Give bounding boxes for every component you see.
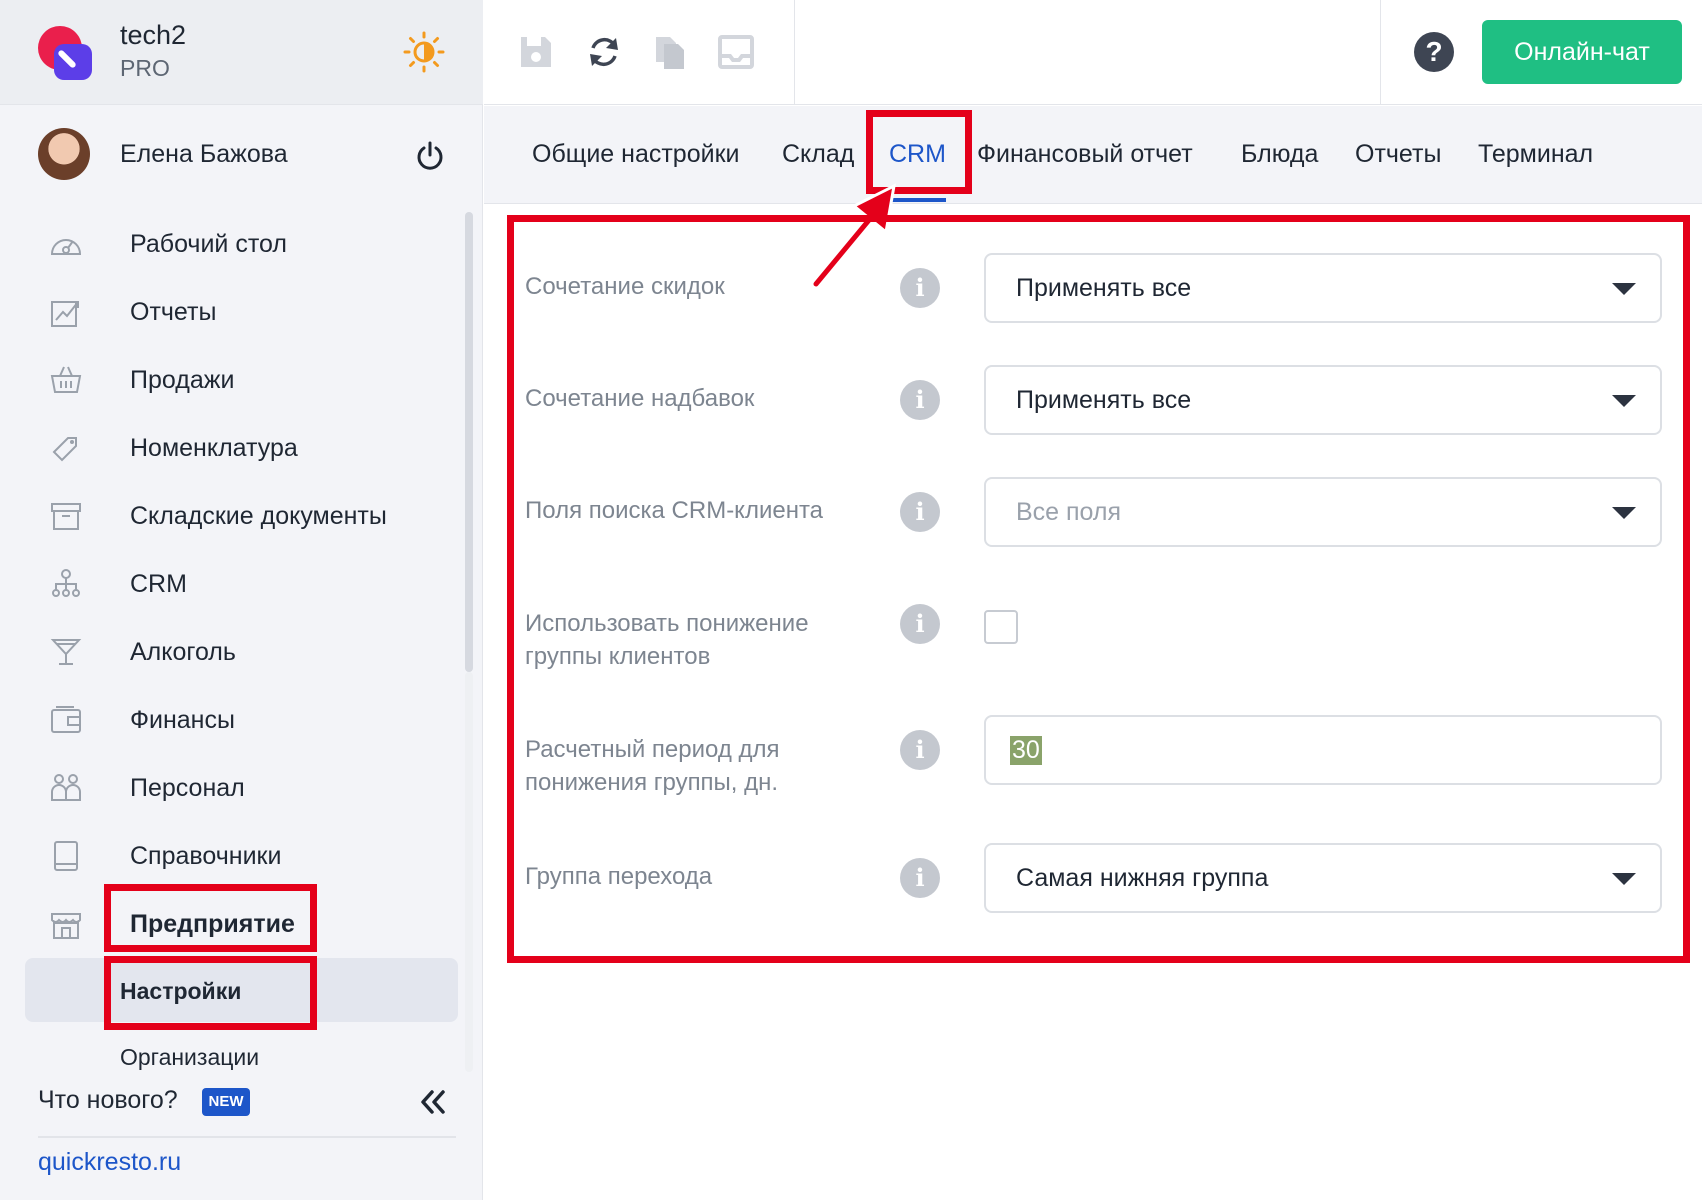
tab-financial-report[interactable]: Финансовый отчет <box>977 140 1193 169</box>
tab-general[interactable]: Общие настройки <box>532 140 739 169</box>
brand-plan: PRO <box>120 55 170 81</box>
nav-item-nomenclature[interactable]: Номенклатура <box>0 414 483 482</box>
store-icon <box>51 913 81 939</box>
user-profile: Елена Бажова <box>0 120 483 192</box>
site-link[interactable]: quickresto.ru <box>38 1148 181 1177</box>
info-icon[interactable]: i <box>900 730 940 770</box>
tab-reports[interactable]: Отчеты <box>1355 140 1441 169</box>
user-name: Елена Бажова <box>120 140 288 168</box>
sidebar-scroll-track <box>465 672 473 1072</box>
tab-terminal[interactable]: Терминал <box>1478 140 1593 169</box>
info-icon[interactable]: i <box>900 604 940 644</box>
wallet-icon <box>51 706 81 733</box>
tab-warehouse[interactable]: Склад <box>782 140 854 169</box>
reports-icon <box>51 301 79 327</box>
theme-toggle-icon[interactable] <box>402 30 446 74</box>
dashboard-icon <box>50 239 82 255</box>
nav-item-sales[interactable]: Продажи <box>0 346 483 414</box>
nav-label: Продажи <box>130 366 235 394</box>
crm-search-fields-select[interactable]: Все поля <box>984 477 1662 547</box>
tag-icon <box>52 437 77 462</box>
nav-label: CRM <box>130 570 187 598</box>
select-value: Самая нижняя группа <box>1016 864 1269 892</box>
chevron-down-icon <box>1612 873 1636 885</box>
cocktail-icon <box>50 639 82 665</box>
group-downgrade-label: Использовать понижение группы клиентов <box>525 607 809 673</box>
new-badge: NEW <box>202 1088 250 1116</box>
downgrade-period-label: Расчетный период для понижения группы, д… <box>525 733 780 799</box>
label-line: Использовать понижение <box>525 610 809 637</box>
info-icon[interactable]: i <box>900 492 940 532</box>
crm-search-fields-label: Поля поиска CRM-клиента <box>525 497 824 524</box>
sidebar-scrollbar[interactable] <box>465 212 473 672</box>
basket-icon <box>50 366 82 393</box>
help-icon[interactable]: ? <box>1414 32 1454 72</box>
toolbar-separator <box>794 0 795 105</box>
chevron-down-icon <box>1612 395 1636 407</box>
brand-header: tech2 PRO <box>0 0 483 105</box>
whats-new-link[interactable]: Что нового? <box>38 1086 178 1115</box>
inbox-icon[interactable] <box>716 32 756 72</box>
transition-group-label: Группа перехода <box>525 863 713 890</box>
markup-combination-label: Сочетание надбавок <box>525 385 755 412</box>
select-value: Применять все <box>1016 274 1192 302</box>
markup-combination-select[interactable]: Применять все <box>984 365 1662 435</box>
nav-item-staff[interactable]: Персонал <box>0 754 483 822</box>
downgrade-period-input[interactable]: 30 <box>984 715 1662 785</box>
nav-label: Персонал <box>130 774 245 802</box>
nav-label: Справочники <box>130 842 282 870</box>
highlight-enterprise <box>104 884 317 952</box>
avatar[interactable] <box>38 128 90 180</box>
info-icon[interactable]: i <box>900 380 940 420</box>
nav-item-dashboard[interactable]: Рабочий стол <box>0 210 483 278</box>
nav-item-warehouse-docs[interactable]: Складские документы <box>0 482 483 550</box>
select-placeholder: Все поля <box>1016 498 1122 526</box>
collapse-sidebar-icon[interactable] <box>418 1088 448 1116</box>
tab-dishes[interactable]: Блюда <box>1241 140 1318 169</box>
info-icon[interactable]: i <box>900 268 940 308</box>
nav-label: Отчеты <box>130 298 217 326</box>
settings-tabs: Общие настройки Склад CRM Финансовый отч… <box>484 106 1702 204</box>
info-icon[interactable]: i <box>900 858 940 898</box>
input-value: 30 <box>1010 736 1042 765</box>
nav-item-directories[interactable]: Справочники <box>0 822 483 890</box>
group-downgrade-checkbox[interactable] <box>984 610 1018 644</box>
top-toolbar: ? Онлайн-чат <box>484 0 1702 105</box>
nav-label: Финансы <box>130 706 235 734</box>
nav-item-finance[interactable]: Финансы <box>0 686 483 754</box>
select-value: Применять все <box>1016 386 1192 414</box>
nav-item-crm[interactable]: CRM <box>0 550 483 618</box>
toolbar-separator <box>1380 0 1381 105</box>
nav-sublabel: Организации <box>120 1044 260 1070</box>
highlight-settings <box>104 956 317 1030</box>
discount-combination-select[interactable]: Применять все <box>984 253 1662 323</box>
nav-label: Номенклатура <box>130 434 298 462</box>
nav-item-reports[interactable]: Отчеты <box>0 278 483 346</box>
copy-icon[interactable] <box>650 32 690 72</box>
label-line: Расчетный период для <box>525 736 780 763</box>
logo <box>38 26 94 80</box>
power-icon[interactable] <box>414 140 446 172</box>
chevron-down-icon <box>1612 283 1636 295</box>
save-icon[interactable] <box>516 32 556 72</box>
chevron-down-icon <box>1612 507 1636 519</box>
discount-combination-label: Сочетание скидок <box>525 273 725 300</box>
transition-group-select[interactable]: Самая нижняя группа <box>984 843 1662 913</box>
nav-label: Складские документы <box>130 502 387 530</box>
label-line: понижения группы, дн. <box>525 769 779 796</box>
nav-subitem-organizations[interactable]: Организации <box>0 1022 483 1090</box>
nav-label: Рабочий стол <box>130 230 287 258</box>
label-line: группы клиентов <box>525 643 711 670</box>
archive-icon <box>51 503 81 530</box>
brand-name: tech2 <box>120 20 187 50</box>
refresh-icon[interactable] <box>584 32 624 72</box>
book-icon <box>54 841 78 871</box>
nav-label: Алкоголь <box>130 638 236 666</box>
nav-item-alcohol[interactable]: Алкоголь <box>0 618 483 686</box>
people-icon <box>51 774 81 801</box>
divider <box>38 1136 456 1138</box>
crm-icon <box>52 569 80 597</box>
online-chat-button[interactable]: Онлайн-чат <box>1482 20 1682 84</box>
